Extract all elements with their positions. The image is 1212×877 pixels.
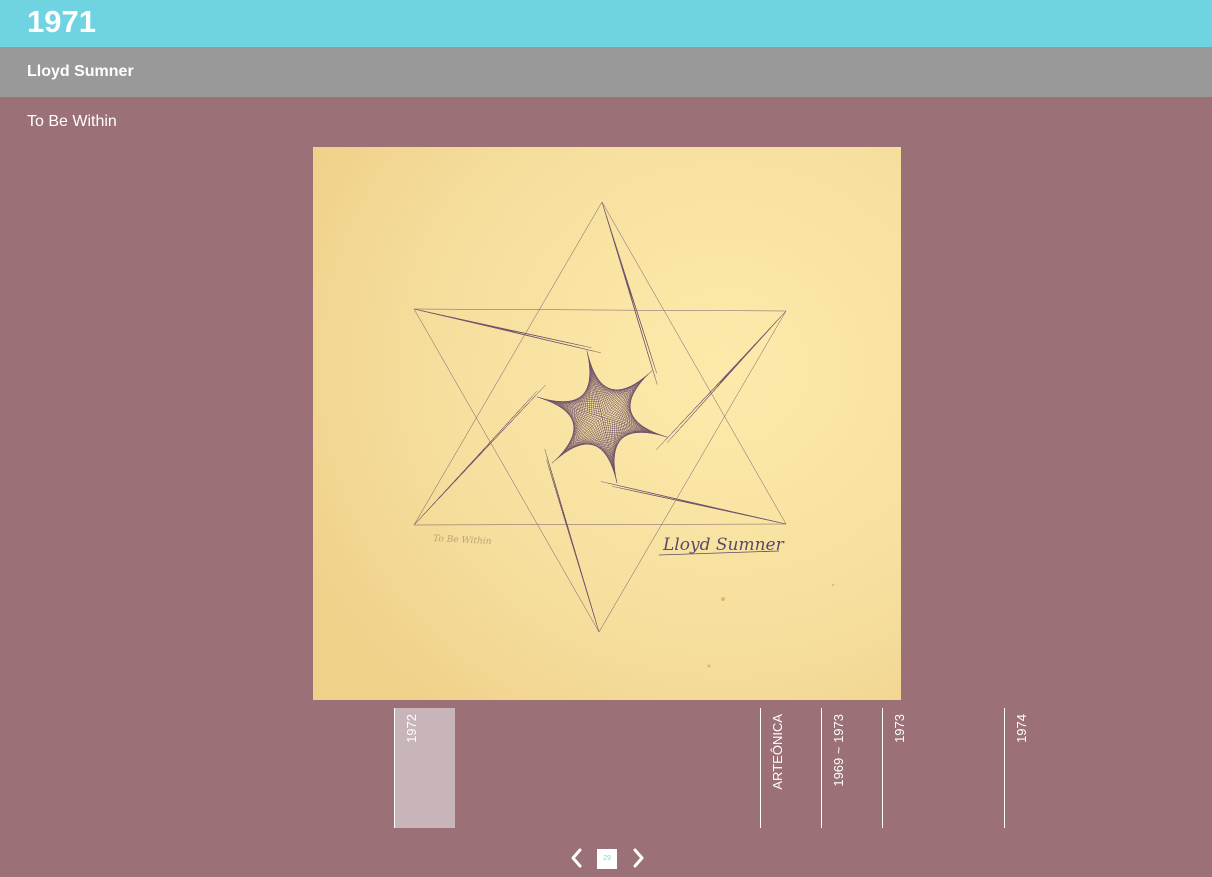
page-number[interactable]: 29 — [597, 849, 617, 869]
timeline: 1972 ARTEÔNICA 1969 ~ 1973 1973 1974 — [0, 708, 1212, 828]
chevron-right-icon[interactable] — [628, 845, 648, 871]
timeline-label: 1969 ~ 1973 — [831, 714, 846, 787]
header-bar: 1971 — [0, 0, 1212, 47]
timeline-label: ARTEÔNICA — [770, 714, 785, 790]
timeline-item-1972[interactable]: 1972 — [394, 708, 455, 828]
timeline-label: 1972 — [404, 714, 419, 743]
timeline-label: 1973 — [892, 714, 907, 743]
artist-bar: Lloyd Sumner — [0, 47, 1212, 97]
year-title: 1971 — [27, 4, 96, 39]
pager: 29 — [0, 845, 1212, 871]
timeline-item-1973[interactable]: 1973 — [882, 708, 1004, 828]
timeline-item-1974[interactable]: 1974 — [1004, 708, 1065, 828]
timeline-item-arteonica[interactable]: ARTEÔNICA — [760, 708, 821, 828]
timeline-label: 1974 — [1014, 714, 1029, 743]
artwork-image: To Be Within Lloyd Sumner — [313, 147, 901, 700]
artwork-title: To Be Within — [27, 113, 117, 130]
artist-name: Lloyd Sumner — [27, 63, 134, 80]
artwork-signature: Lloyd Sumner — [662, 535, 785, 555]
timeline-item-1969-1973[interactable]: 1969 ~ 1973 — [821, 708, 882, 828]
chevron-left-icon[interactable] — [567, 845, 587, 871]
